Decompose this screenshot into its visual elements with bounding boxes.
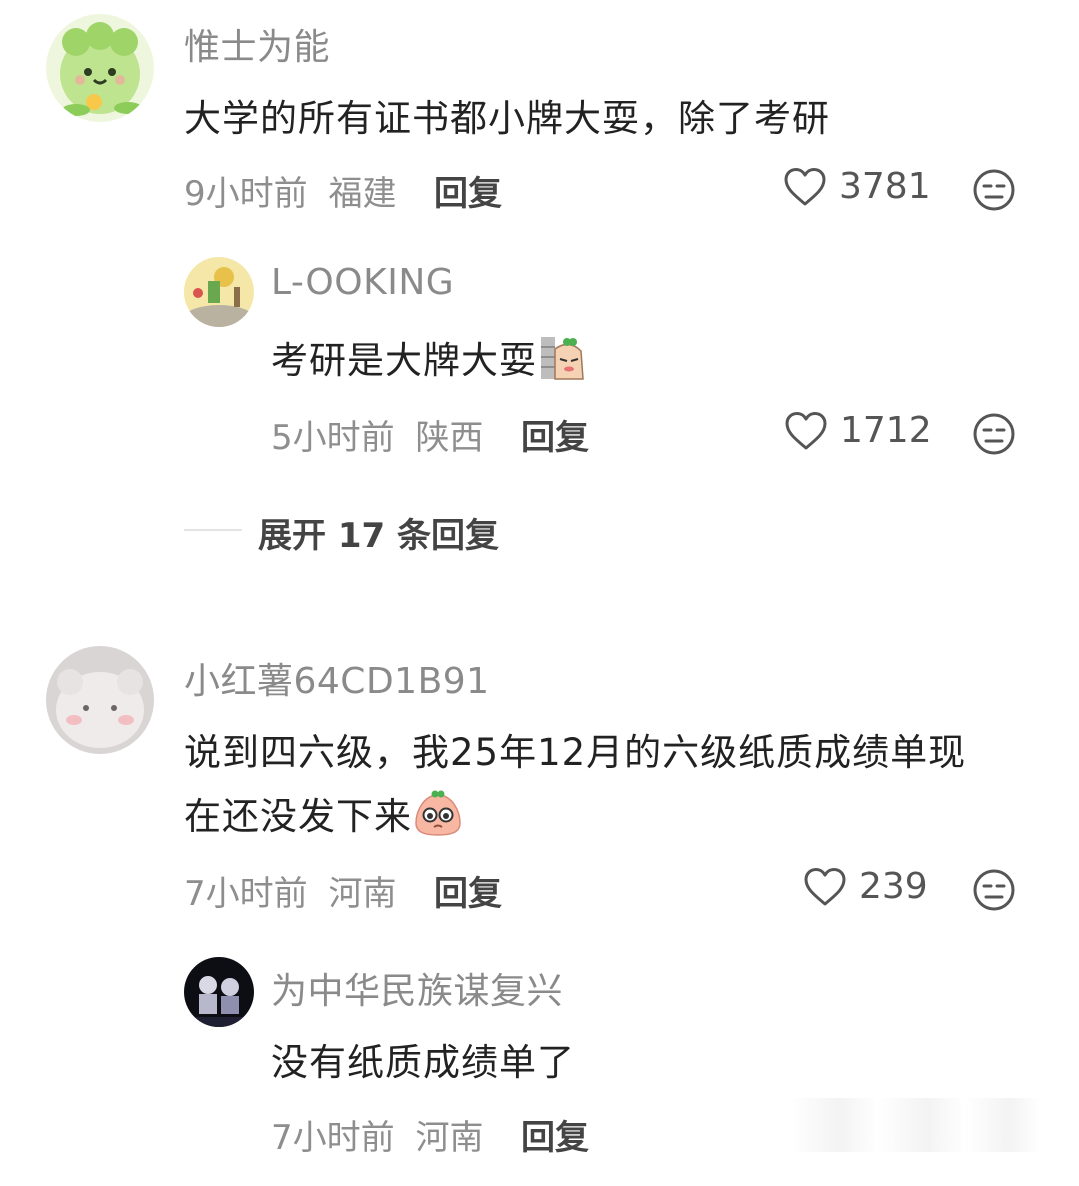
like-count: 1712 [840, 410, 932, 451]
username[interactable]: 惟士为能 [184, 18, 330, 70]
heart-outline-icon [783, 167, 827, 207]
timestamp: 9小时前 福建 [184, 166, 396, 215]
like-count: 239 [859, 866, 928, 907]
heart-outline-icon [803, 867, 847, 907]
divider [184, 529, 242, 531]
expressionless-face-icon[interactable] [972, 868, 1016, 912]
like-button[interactable]: 3781 [783, 166, 931, 207]
location: 河南 [328, 874, 397, 914]
location: 福建 [328, 174, 397, 214]
avatar[interactable] [184, 257, 254, 327]
reply-button[interactable]: 回复 [434, 166, 502, 215]
reply-button[interactable]: 回复 [521, 1110, 589, 1159]
expressionless-face-icon[interactable] [972, 168, 1016, 212]
comment-text: 考研是大牌大耍 [271, 330, 585, 390]
like-count: 3781 [839, 166, 931, 207]
reply-button[interactable]: 回复 [434, 866, 502, 915]
username[interactable]: 为中华民族谋复兴 [271, 962, 563, 1014]
time: 9小时前 [184, 174, 308, 214]
avatar[interactable] [184, 957, 254, 1027]
wall-peek-sticker-icon [539, 335, 585, 390]
avatar[interactable] [46, 14, 154, 122]
avatar[interactable] [46, 646, 154, 754]
loading-placeholder [790, 1098, 1040, 1152]
username[interactable]: L-OOKING [271, 262, 454, 303]
reply-button[interactable]: 回复 [521, 410, 589, 459]
comment-text-line-1: 说到四六级，我25年12月的六级纸质成绩单现 [184, 731, 967, 774]
teary-eyes-sticker-icon [414, 789, 462, 846]
comment-text: 没有纸质成绩单了 [271, 1041, 575, 1084]
timestamp: 5小时前 陕西 [271, 410, 483, 459]
comment-text: 大学的所有证书都小牌大耍，除了考研 [184, 97, 830, 140]
comment-text-line-2: 在还没发下来 [184, 786, 462, 846]
expand-replies-button[interactable]: 展开 17 条回复 [258, 508, 499, 557]
timestamp: 7小时前 河南 [271, 1110, 483, 1159]
time: 7小时前 [271, 1118, 395, 1158]
location: 陕西 [415, 418, 484, 458]
like-button[interactable]: 1712 [784, 410, 932, 451]
expressionless-face-icon[interactable] [972, 412, 1016, 456]
time: 7小时前 [184, 874, 308, 914]
like-button[interactable]: 239 [803, 866, 928, 907]
heart-outline-icon [784, 411, 828, 451]
timestamp: 7小时前 河南 [184, 866, 396, 915]
username[interactable]: 小红薯64CD1B91 [184, 652, 490, 704]
time: 5小时前 [271, 418, 395, 458]
location: 河南 [415, 1118, 484, 1158]
